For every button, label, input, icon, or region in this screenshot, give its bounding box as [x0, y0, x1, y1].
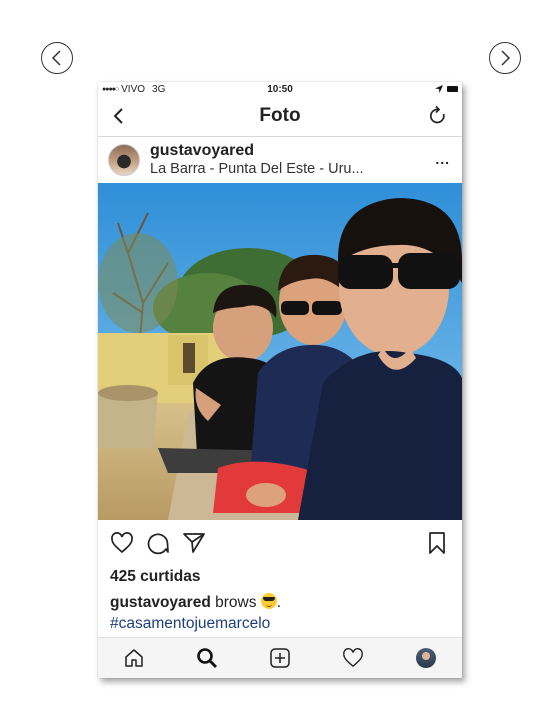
tab-bar: [98, 637, 462, 678]
carousel-prev-button[interactable]: [41, 42, 73, 74]
page-title: Foto: [259, 105, 301, 126]
caption-hashtag[interactable]: #casamentojuemarcelo: [110, 613, 450, 634]
caption-suffix: .: [276, 594, 282, 611]
search-icon: [197, 648, 218, 668]
heart-icon[interactable]: [110, 531, 134, 555]
status-bar: ●●●●○ VIVO 3G 10:50: [98, 82, 462, 96]
post-header: gustavoyared La Barra - Punta Del Este -…: [98, 137, 462, 183]
chevron-left-icon: [51, 50, 61, 66]
nav-bar: Foto: [98, 96, 462, 137]
send-icon[interactable]: [182, 531, 206, 555]
tab-new-post[interactable]: [268, 646, 292, 670]
post-actions: [98, 520, 462, 566]
chevron-right-icon: [501, 50, 511, 66]
tab-search[interactable]: [195, 646, 219, 670]
add-post-icon: [270, 648, 290, 668]
phone-screen: ●●●●○ VIVO 3G 10:50 Foto gustavoyared La…: [98, 82, 462, 678]
status-time: 10:50: [267, 83, 293, 95]
post-caption: gustavoyared brows . #casamentojuemarcel…: [98, 592, 462, 634]
tab-home[interactable]: [122, 646, 146, 670]
user-avatar[interactable]: [108, 144, 140, 176]
home-icon: [125, 649, 144, 667]
post-photo[interactable]: [98, 183, 462, 520]
more-options-button[interactable]: ...: [435, 151, 450, 167]
post-location[interactable]: La Barra - Punta Del Este - Uru...: [150, 161, 364, 178]
sunglasses-emoji: [260, 593, 277, 609]
caption-username[interactable]: gustavoyared: [110, 594, 211, 611]
activity-heart-icon: [342, 648, 363, 668]
comment-icon[interactable]: [146, 531, 170, 555]
profile-avatar: [415, 648, 436, 668]
refresh-icon[interactable]: [428, 105, 448, 127]
carousel-next-button[interactable]: [489, 42, 521, 74]
tab-activity[interactable]: [341, 646, 365, 670]
caption-text: brows: [215, 594, 257, 611]
post-username[interactable]: gustavoyared: [150, 142, 364, 160]
tab-profile[interactable]: [414, 646, 438, 670]
selfie-photo: [98, 183, 462, 520]
bookmark-icon[interactable]: [426, 531, 448, 555]
back-icon[interactable]: [110, 106, 128, 126]
likes-count[interactable]: 425 curtidas: [98, 566, 462, 588]
